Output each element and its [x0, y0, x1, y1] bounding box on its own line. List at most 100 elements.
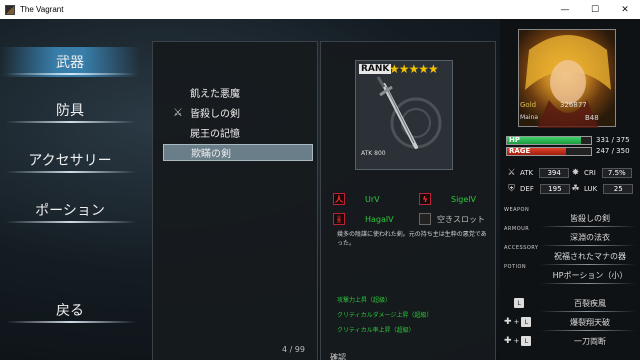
- divider: [540, 245, 636, 246]
- stat-cri-label: CRI: [584, 169, 596, 177]
- divider: [540, 283, 636, 284]
- hp-label: HP: [509, 136, 520, 144]
- menu-back-label: 戻る: [56, 303, 84, 319]
- accessory-label: ACCESSORY: [504, 245, 539, 251]
- crit-icon: ✸: [571, 168, 580, 178]
- skill-name: 爆裂翔天破: [570, 317, 610, 327]
- plus-icon: +: [513, 337, 520, 345]
- hp-bar: HP 331 / 375: [506, 136, 634, 145]
- menu-weapons-label: 武器: [56, 55, 84, 71]
- menu-back[interactable]: 戻る: [0, 295, 140, 325]
- weapon-value: 皆殺しの剣: [570, 214, 610, 223]
- stat-atk: ⚔ ATK 394: [506, 167, 570, 179]
- stat-def-value: 195: [539, 184, 570, 194]
- stat-atk-value: 394: [539, 168, 570, 178]
- key-l-icon: L: [521, 336, 532, 346]
- stat-def: ⛨ DEF 195: [506, 183, 570, 195]
- rune-icon: ᚺ: [333, 213, 345, 225]
- skill-row: L 百裂疾風: [504, 296, 636, 310]
- character-level: B48: [585, 114, 599, 122]
- list-item[interactable]: 飢えた悪魔: [163, 84, 313, 101]
- rune-icon: ϟ: [419, 193, 431, 205]
- app-icon: [5, 4, 15, 15]
- empty-slot-icon: [419, 213, 431, 225]
- rage-value: 247 / 350: [596, 147, 630, 155]
- rune-label: HagalV: [365, 214, 394, 224]
- shield-icon: ⛨: [508, 184, 515, 194]
- character-portrait: [518, 29, 616, 128]
- gold-label: Gold: [520, 101, 537, 109]
- list-item-selected[interactable]: 欺瞞の剣: [163, 144, 313, 161]
- rune-slot-empty[interactable]: 空きスロット: [419, 212, 485, 226]
- menu-underline: [6, 221, 136, 223]
- item-list-panel: 飢えた悪魔 ⚔ 皆殺しの剣 屍王の記憶 欺瞞の剣 4 / 99: [152, 41, 318, 360]
- menu-weapons[interactable]: 武器: [0, 47, 140, 77]
- menu-underline: [6, 171, 136, 173]
- accessory-value: 祝福されたマナの器: [554, 252, 626, 261]
- menu-underline: [6, 121, 136, 123]
- rune-label: 空きスロット: [437, 214, 485, 224]
- skill-name: 一刀両断: [574, 336, 606, 346]
- minimize-button[interactable]: —: [550, 0, 580, 19]
- divider: [540, 264, 636, 265]
- stat-luk: ☘ LUK 25: [570, 183, 634, 195]
- character-name: Maina: [520, 114, 538, 121]
- footer-hint: 確認: [330, 353, 346, 360]
- rage-bar: RAGE 247 / 350: [506, 147, 634, 156]
- dpad-icon: ✚: [504, 317, 512, 327]
- key-l-icon: L: [521, 317, 532, 327]
- character-panel: Gold 326877 Maina B48 HP 331 / 375 RAGE …: [500, 19, 640, 360]
- rage-label: RAGE: [509, 147, 531, 155]
- divider: [540, 330, 636, 331]
- rage-bar-track: RAGE: [506, 147, 592, 156]
- maximize-button[interactable]: ☐: [580, 0, 610, 19]
- menu-accessory-label: アクセサリー: [28, 153, 112, 169]
- key-l-icon: L: [514, 298, 524, 308]
- skill-row: ✚ + L 爆裂翔天破: [504, 315, 636, 329]
- menu-accessory[interactable]: アクセサリー: [0, 145, 140, 175]
- page-count: 4 / 99: [281, 345, 305, 354]
- divider: [540, 226, 636, 227]
- menu-armor-label: 防具: [56, 103, 84, 119]
- menu-armor[interactable]: 防具: [0, 95, 140, 125]
- stat-cri: ✸ CRI 7.5%: [570, 167, 632, 179]
- weapon-atk: ATK 800: [361, 150, 386, 157]
- list-item[interactable]: 屍王の記憶: [163, 124, 313, 141]
- stat-luk-value: 25: [603, 184, 634, 194]
- list-item-label: 屍王の記憶: [190, 129, 240, 140]
- game-scene: 武器 防具 アクセサリー ポーション 戻る 飢えた悪魔 ⚔ 皆殺しの剣 屍王の記…: [0, 19, 640, 360]
- divider: [540, 311, 636, 312]
- rune-slot[interactable]: ϟ SigelV: [419, 192, 476, 206]
- rune-label: SigelV: [451, 194, 476, 204]
- weapon-label: WEAPON: [504, 207, 530, 213]
- item-detail-panel: RANK ★★★★★ ATK 800 人 UrV ϟ SigelV ᚺ Haga…: [320, 41, 496, 360]
- close-button[interactable]: ✕: [610, 0, 640, 19]
- rune-slot[interactable]: 人 UrV: [333, 192, 380, 206]
- skill-row: ✚ + L 一刀両断: [504, 334, 636, 348]
- stat-def-label: DEF: [520, 185, 534, 193]
- item-description: 幾多の陰謀に使われた剣。元の持ち主は生粋の悪党であった。: [337, 231, 487, 247]
- list-item[interactable]: ⚔ 皆殺しの剣: [163, 104, 313, 121]
- window-controls: — ☐ ✕: [550, 0, 640, 19]
- gold-value: 326877: [560, 101, 587, 109]
- window-titlebar: The Vagrant — ☐ ✕: [0, 0, 640, 19]
- list-item-label: 飢えた悪魔: [190, 89, 240, 100]
- bonus-line: クリティカルダメージ上昇（超級）: [337, 312, 433, 319]
- armour-label: ARMOUR: [504, 226, 530, 232]
- stat-atk-label: ATK: [520, 169, 534, 177]
- clover-icon: ☘: [571, 184, 580, 194]
- armour-value: 深淵の法衣: [570, 233, 610, 242]
- menu-potion[interactable]: ポーション: [0, 195, 140, 225]
- list-item-label: 欺瞞の剣: [191, 149, 231, 160]
- menu-potion-label: ポーション: [35, 203, 105, 219]
- window-title: The Vagrant: [20, 5, 64, 14]
- hp-value: 331 / 375: [596, 136, 630, 144]
- crossed-swords-icon: ⚔: [507, 168, 516, 178]
- potion-label: POTION: [504, 264, 527, 270]
- stat-cri-value: 7.5%: [601, 168, 632, 178]
- plus-icon: +: [513, 318, 520, 326]
- item-image-frame: RANK ★★★★★ ATK 800: [355, 60, 453, 170]
- potion-value: HPポーション（小）: [552, 271, 628, 280]
- rune-slot[interactable]: ᚺ HagalV: [333, 212, 394, 226]
- bonus-line: クリティカル率上昇（超級）: [337, 327, 415, 334]
